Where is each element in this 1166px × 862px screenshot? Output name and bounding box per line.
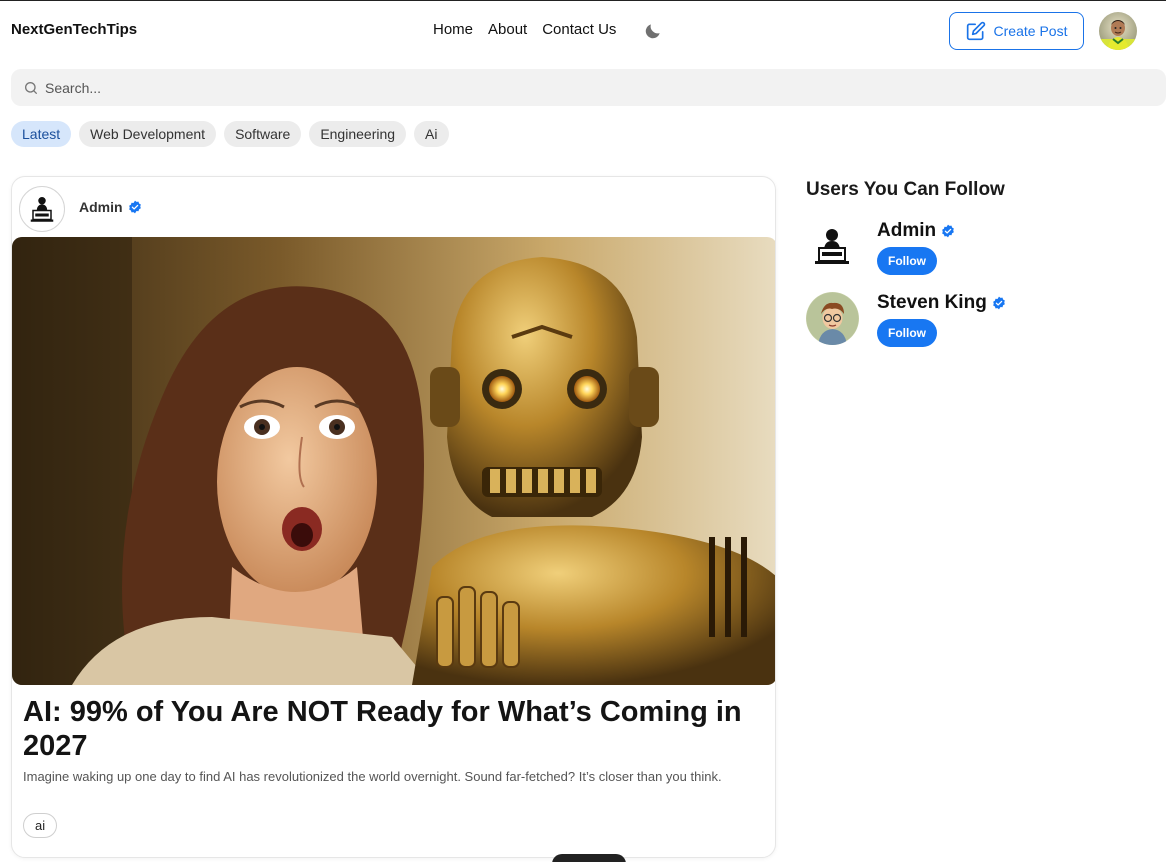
follow-suggestion: Admin Follow (806, 220, 1106, 280)
post-author-avatar[interactable] (19, 186, 65, 232)
follow-button[interactable]: Follow (877, 247, 937, 275)
follow-button[interactable]: Follow (877, 319, 937, 347)
admin-icon (806, 220, 859, 273)
post-card: Admin AI: 99% of You Are NOT Ready for W… (11, 176, 776, 858)
search-icon (25, 81, 37, 94)
nav-link-contact[interactable]: Contact Us (542, 21, 616, 38)
suggested-user-name[interactable]: Admin (877, 220, 955, 242)
verified-badge-icon (992, 296, 1005, 310)
nav-link-about[interactable]: About (488, 21, 527, 38)
search-input[interactable] (45, 79, 1145, 96)
floating-scroll-indicator[interactable] (552, 854, 626, 862)
follow-suggestion: Steven King Follow (806, 292, 1106, 352)
tab-ai[interactable]: Ai (414, 121, 449, 147)
search-bar[interactable] (11, 69, 1166, 106)
create-post-button[interactable]: Create Post (949, 12, 1084, 50)
admin-icon (30, 197, 54, 222)
main-nav: Home About Contact Us (433, 21, 616, 38)
suggested-user-name[interactable]: Steven King (877, 292, 1006, 314)
suggested-user-avatar[interactable] (806, 220, 859, 273)
tab-latest[interactable]: Latest (11, 121, 72, 147)
tab-web-development[interactable]: Web Development (79, 121, 217, 147)
post-tag-chip[interactable]: ai (23, 813, 58, 838)
tab-engineering[interactable]: Engineering (309, 121, 407, 147)
post-author-label: Admin (79, 199, 123, 215)
suggested-user-label: Steven King (877, 292, 987, 313)
nav-link-home[interactable]: Home (433, 21, 473, 38)
moon-icon[interactable] (643, 21, 663, 41)
suggested-user-label: Admin (877, 220, 937, 241)
verified-badge-icon (128, 200, 141, 214)
user-avatar[interactable] (1099, 12, 1137, 50)
verified-badge-icon (942, 224, 954, 238)
post-cover-image[interactable] (12, 237, 775, 685)
sidebar-title: Users You Can Follow (806, 179, 1005, 200)
create-post-label: Create Post (993, 23, 1068, 39)
edit-icon (966, 21, 985, 41)
cartoon-avatar-icon (806, 292, 859, 345)
category-tabs: Latest Web Development Software Engineer… (11, 121, 449, 147)
tab-software[interactable]: Software (224, 121, 302, 147)
suggested-user-avatar[interactable] (806, 292, 859, 345)
post-excerpt: Imagine waking up one day to find AI has… (23, 769, 722, 784)
top-navbar: NextGenTechTips Home About Contact Us Cr… (0, 1, 1166, 61)
brand-logo-text[interactable]: NextGenTechTips (11, 21, 137, 38)
post-author-name[interactable]: Admin (79, 199, 142, 215)
post-title[interactable]: AI: 99% of You Are NOT Ready for What’s … (23, 695, 763, 763)
